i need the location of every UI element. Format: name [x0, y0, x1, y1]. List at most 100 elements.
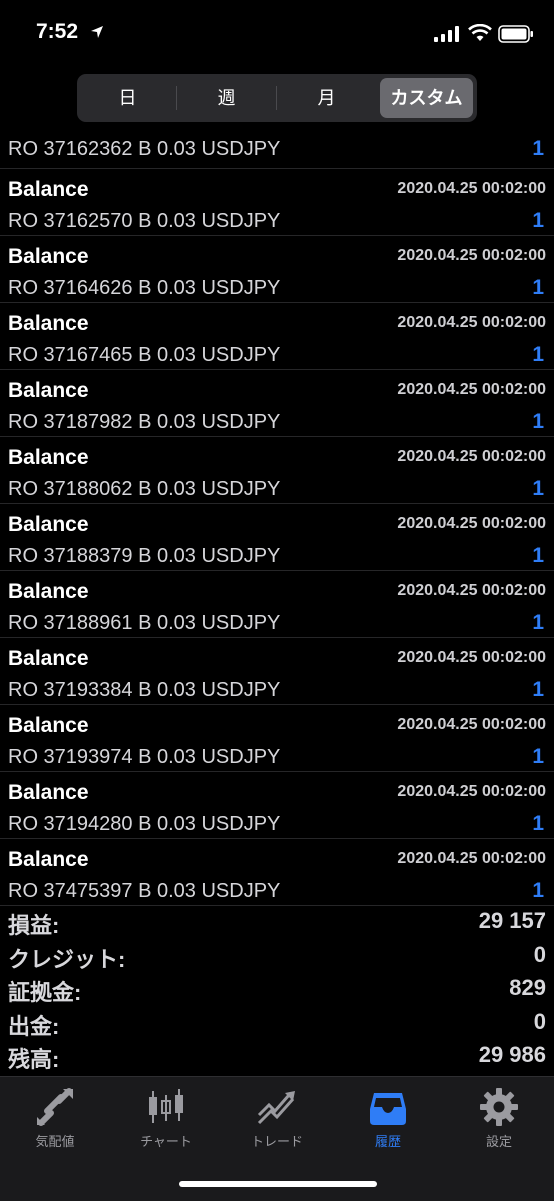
- summary-value: 0: [533, 941, 546, 967]
- deal-description: RO 37188379 B 0.03 USDJPY: [8, 545, 281, 567]
- summary-label: クレジット:: [8, 946, 126, 972]
- summary-credit: クレジット: 0: [0, 939, 554, 973]
- row-title: Balance: [8, 714, 89, 737]
- row-title: Balance: [8, 312, 89, 335]
- deal-description: RO 37167465 B 0.03 USDJPY: [8, 344, 281, 366]
- deal-description: RO 37188961 B 0.03 USDJPY: [8, 612, 281, 634]
- deal-description: RO 37188062 B 0.03 USDJPY: [8, 478, 281, 500]
- tab-label: 気配値: [35, 1134, 75, 1149]
- summary-margin: 証拠金: 829: [0, 972, 554, 1006]
- history-row[interactable]: Balance 2020.04.25 00:02:00 RO 37188379 …: [0, 504, 554, 571]
- deal-count: 1: [532, 477, 544, 500]
- history-tray-icon: [370, 1093, 406, 1125]
- row-timestamp: 2020.04.25 00:02:00: [397, 850, 546, 867]
- candlestick-chart-icon: [149, 1089, 183, 1123]
- deal-count: 1: [532, 812, 544, 835]
- row-timestamp: 2020.04.25 00:02:00: [397, 515, 546, 532]
- row-title: Balance: [8, 245, 89, 268]
- deal-description: RO 37187982 B 0.03 USDJPY: [8, 411, 281, 433]
- deal-description: RO 37475397 B 0.03 USDJPY: [8, 880, 281, 902]
- account-summary: 損益: 29 157 クレジット: 0 証拠金: 829 出金: 0 残高: 2…: [0, 905, 554, 1073]
- summary-withdrawal: 出金: 0: [0, 1006, 554, 1040]
- history-row[interactable]: Balance 2020.04.25 00:02:00 RO 37188961 …: [0, 571, 554, 638]
- tab-history[interactable]: 履歴: [333, 1087, 443, 1153]
- deal-count: 1: [532, 137, 544, 160]
- deal-description: RO 37164626 B 0.03 USDJPY: [8, 277, 281, 299]
- row-timestamp: 2020.04.25 00:02:00: [397, 448, 546, 465]
- tab-quotes[interactable]: 気配値: [0, 1087, 110, 1153]
- summary-label: 証拠金:: [8, 980, 82, 1006]
- history-row[interactable]: Balance 2020.04.25 00:02:00 RO 37164626 …: [0, 236, 554, 303]
- status-time: 7:52: [36, 20, 79, 43]
- history-row[interactable]: Balance 2020.04.25 00:02:00 RO 37193384 …: [0, 638, 554, 705]
- deal-description: RO 37193974 B 0.03 USDJPY: [8, 746, 281, 768]
- tab-trade[interactable]: トレード: [222, 1087, 332, 1153]
- row-title: Balance: [8, 580, 89, 603]
- deal-description: RO 37162570 B 0.03 USDJPY: [8, 210, 281, 232]
- segment-day[interactable]: 日: [81, 78, 174, 118]
- segment-divider: [276, 86, 277, 110]
- summary-label: 出金:: [8, 1013, 60, 1039]
- tab-settings[interactable]: 設定: [444, 1087, 554, 1153]
- row-timestamp: 2020.04.25 00:02:00: [397, 247, 546, 264]
- segment-divider: [176, 86, 177, 110]
- history-row[interactable]: Balance 2020.04.25 00:02:00 RO 37188062 …: [0, 437, 554, 504]
- summary-label: 損益:: [8, 913, 60, 938]
- row-title: Balance: [8, 178, 89, 201]
- deal-description: RO 37194280 B 0.03 USDJPY: [8, 813, 281, 835]
- row-timestamp: 2020.04.25 00:02:00: [397, 314, 546, 331]
- gear-icon: [480, 1088, 518, 1126]
- row-title: Balance: [8, 848, 89, 871]
- row-title: Balance: [8, 647, 89, 670]
- history-row[interactable]: Balance 2020.04.25 00:02:00 RO 37194280 …: [0, 772, 554, 839]
- deal-count: 1: [532, 410, 544, 433]
- segment-month[interactable]: 月: [280, 78, 373, 118]
- summary-value: 29 986: [478, 1042, 546, 1068]
- period-segmented-control: 日 週 月 カスタム: [77, 74, 477, 122]
- deal-count: 1: [532, 879, 544, 902]
- tab-label: 設定: [485, 1134, 512, 1149]
- row-timestamp: 2020.04.25 00:02:00: [397, 783, 546, 800]
- summary-profit: 損益: 29 157: [0, 905, 554, 939]
- deal-description: RO 37193384 B 0.03 USDJPY: [8, 679, 281, 701]
- deal-count: 1: [532, 276, 544, 299]
- segment-custom[interactable]: カスタム: [380, 78, 473, 118]
- row-title: Balance: [8, 513, 89, 536]
- deal-count: 1: [532, 745, 544, 768]
- tab-label: トレード: [250, 1134, 303, 1149]
- wifi-icon: [468, 24, 492, 41]
- deal-count: 1: [532, 611, 544, 634]
- tab-label: チャート: [140, 1134, 192, 1149]
- status-bar: 7:52: [0, 0, 554, 70]
- summary-value: 829: [509, 975, 546, 1001]
- row-timestamp: 2020.04.25 00:02:00: [397, 649, 546, 666]
- summary-label: 残高:: [8, 1047, 60, 1073]
- battery-icon: [498, 25, 533, 43]
- history-row[interactable]: Balance 2020.04.25 00:02:00 RO 37167465 …: [0, 303, 554, 370]
- deal-description: RO 37162362 B 0.03 USDJPY: [8, 138, 281, 160]
- summary-value: 0: [533, 1008, 546, 1034]
- history-row[interactable]: Balance 2020.04.25 00:02:00 RO 37193974 …: [0, 705, 554, 772]
- row-timestamp: 2020.04.25 00:02:00: [397, 716, 546, 733]
- tab-chart[interactable]: チャート: [111, 1087, 221, 1153]
- tab-label: 履歴: [374, 1134, 401, 1149]
- row-title: Balance: [8, 379, 89, 402]
- summary-balance: 残高: 29 986: [0, 1039, 554, 1073]
- home-indicator: [179, 1181, 377, 1187]
- deal-count: 1: [532, 544, 544, 567]
- history-row[interactable]: Balance 2020.04.25 00:02:00 RO 37187982 …: [0, 370, 554, 437]
- history-row[interactable]: Balance 2020.04.25 00:02:00 RO 37162570 …: [0, 169, 554, 236]
- quotes-arrows-icon: [37, 1088, 73, 1126]
- trade-trend-icon: [257, 1091, 295, 1125]
- segment-week[interactable]: 週: [180, 78, 273, 118]
- row-title: Balance: [8, 781, 89, 804]
- location-arrow-icon: [91, 26, 103, 38]
- row-timestamp: 2020.04.25 00:02:00: [397, 582, 546, 599]
- history-row[interactable]: RO 37162362 B 0.03 USDJPY 1: [0, 132, 554, 169]
- row-timestamp: 2020.04.25 00:02:00: [397, 180, 546, 197]
- deal-count: 1: [532, 678, 544, 701]
- deal-count: 1: [532, 343, 544, 366]
- row-timestamp: 2020.04.25 00:02:00: [397, 381, 546, 398]
- history-row[interactable]: Balance 2020.04.25 00:02:00 RO 37475397 …: [0, 839, 554, 906]
- tab-bar: 気配値 チャート トレード 履歴 設定: [0, 1076, 554, 1201]
